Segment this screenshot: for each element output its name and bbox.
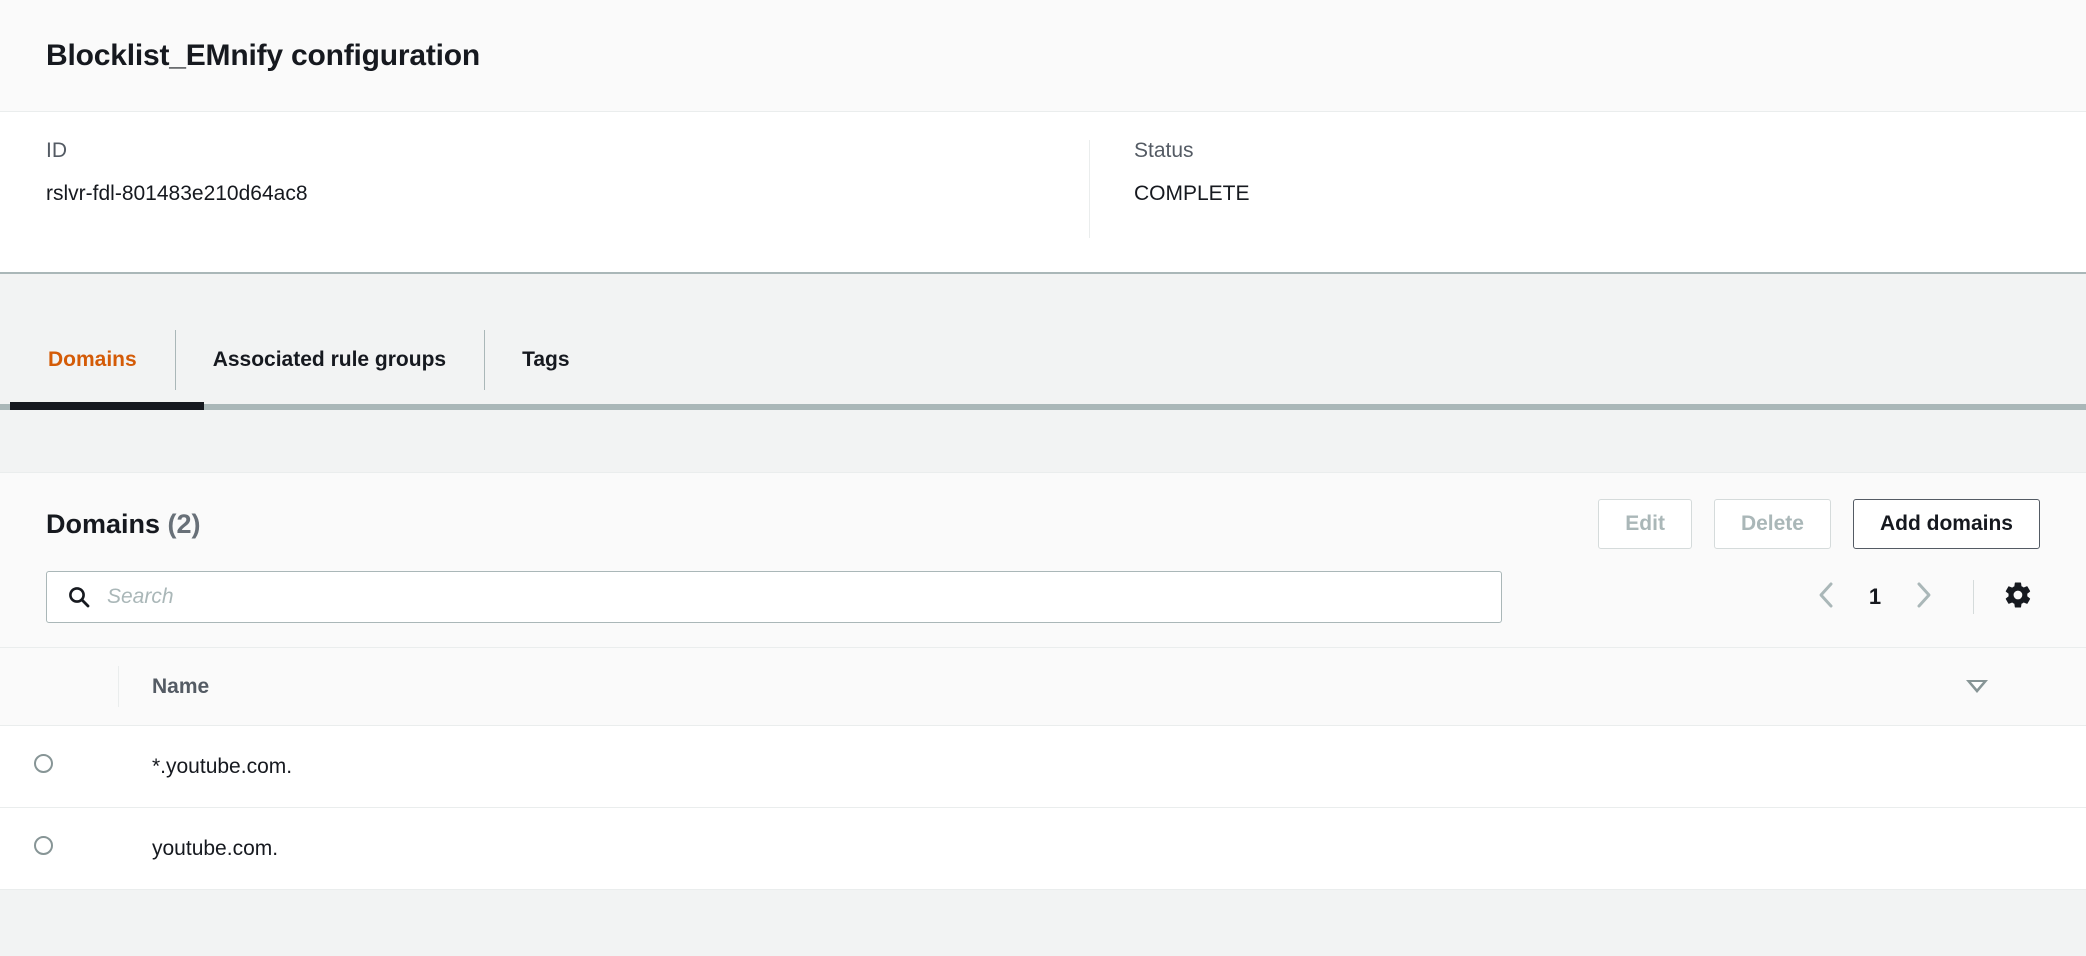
search-box[interactable]: [46, 571, 1502, 623]
column-select: [0, 647, 118, 726]
detail-field-status: Status COMPLETE: [1089, 140, 2040, 238]
detail-body: ID rslvr-fdl-801483e210d64ac8 Status COM…: [0, 112, 2086, 272]
pagination-divider: [1973, 580, 1974, 614]
tab-associated-rule-groups-label: Associated rule groups: [212, 348, 447, 371]
column-name-label: Name: [152, 674, 210, 698]
tab-domains-label: Domains: [48, 348, 137, 371]
status-badge: COMPLETE: [1134, 182, 1250, 205]
chevron-left-icon: [1815, 580, 1837, 615]
domains-table-head: Name: [0, 647, 2086, 726]
detail-label-status: Status: [1134, 139, 1194, 162]
row-name-cell: youtube.com.: [118, 807, 1966, 890]
chevron-right-icon: [1913, 580, 1935, 615]
row-select-cell: [0, 725, 118, 808]
tab-domains[interactable]: Domains: [10, 316, 175, 404]
pagination-page-1[interactable]: 1: [1853, 584, 1897, 610]
row-spacer-cell: [1966, 725, 2086, 808]
row-select-cell: [0, 807, 118, 890]
domains-panel-title: Domains (2): [46, 509, 201, 540]
tab-tags[interactable]: Tags: [484, 316, 607, 404]
tab-underline: [0, 402, 2086, 410]
detail-value-id: rslvr-fdl-801483e210d64ac8: [46, 182, 308, 205]
sort-descending-triangle-icon: [1966, 679, 1988, 693]
tab-list: Domains Associated rule groups Tags: [0, 316, 2086, 404]
page-title: Blocklist_EMnify configuration: [46, 38, 481, 72]
domains-filter-row: 1: [0, 549, 2086, 647]
table-header-row: Name: [0, 647, 2086, 726]
domains-table-body: *.youtube.com. youtube.com.: [0, 725, 2086, 890]
edit-button[interactable]: Edit: [1598, 499, 1692, 549]
domains-table: Name *.youtube.com. youtube.com.: [0, 647, 2086, 890]
table-row[interactable]: youtube.com.: [0, 807, 2086, 890]
detail-field-id: ID rslvr-fdl-801483e210d64ac8: [46, 140, 1089, 238]
detail-label-id: ID: [46, 139, 67, 162]
domains-title-text: Domains: [46, 508, 161, 539]
resource-detail-card: Blocklist_EMnify configuration ID rslvr-…: [0, 0, 2086, 274]
domains-count: (2): [167, 508, 201, 539]
row-spacer-cell: [1966, 807, 2086, 890]
row-name-cell: *.youtube.com.: [118, 725, 1966, 808]
domains-panel-header: Domains (2) Edit Delete Add domains: [0, 473, 2086, 549]
column-name[interactable]: Name: [118, 647, 1966, 726]
column-sort[interactable]: [1966, 647, 2086, 726]
active-tab-indicator: [10, 402, 204, 410]
add-domains-button[interactable]: Add domains: [1852, 499, 2040, 549]
search-input[interactable]: [105, 584, 1394, 610]
domains-panel-actions: Edit Delete Add domains: [1598, 499, 2040, 549]
table-preferences-button[interactable]: [1996, 575, 2040, 619]
delete-button[interactable]: Delete: [1713, 499, 1831, 549]
search-icon: [67, 585, 91, 609]
tab-associated-rule-groups[interactable]: Associated rule groups: [174, 316, 484, 404]
row-radio-button[interactable]: [34, 836, 53, 855]
gear-icon: [2003, 580, 2033, 615]
pagination: 1: [1799, 571, 2040, 623]
tab-bar: Domains Associated rule groups Tags: [0, 274, 2086, 410]
domains-panel: Domains (2) Edit Delete Add domains Sear…: [0, 472, 2086, 890]
pagination-prev-button[interactable]: [1799, 571, 1853, 623]
detail-header: Blocklist_EMnify configuration: [0, 0, 2086, 112]
tab-tags-label: Tags: [522, 348, 570, 371]
row-radio-button[interactable]: [34, 754, 53, 773]
pagination-next-button[interactable]: [1897, 571, 1951, 623]
table-row[interactable]: *.youtube.com.: [0, 725, 2086, 808]
